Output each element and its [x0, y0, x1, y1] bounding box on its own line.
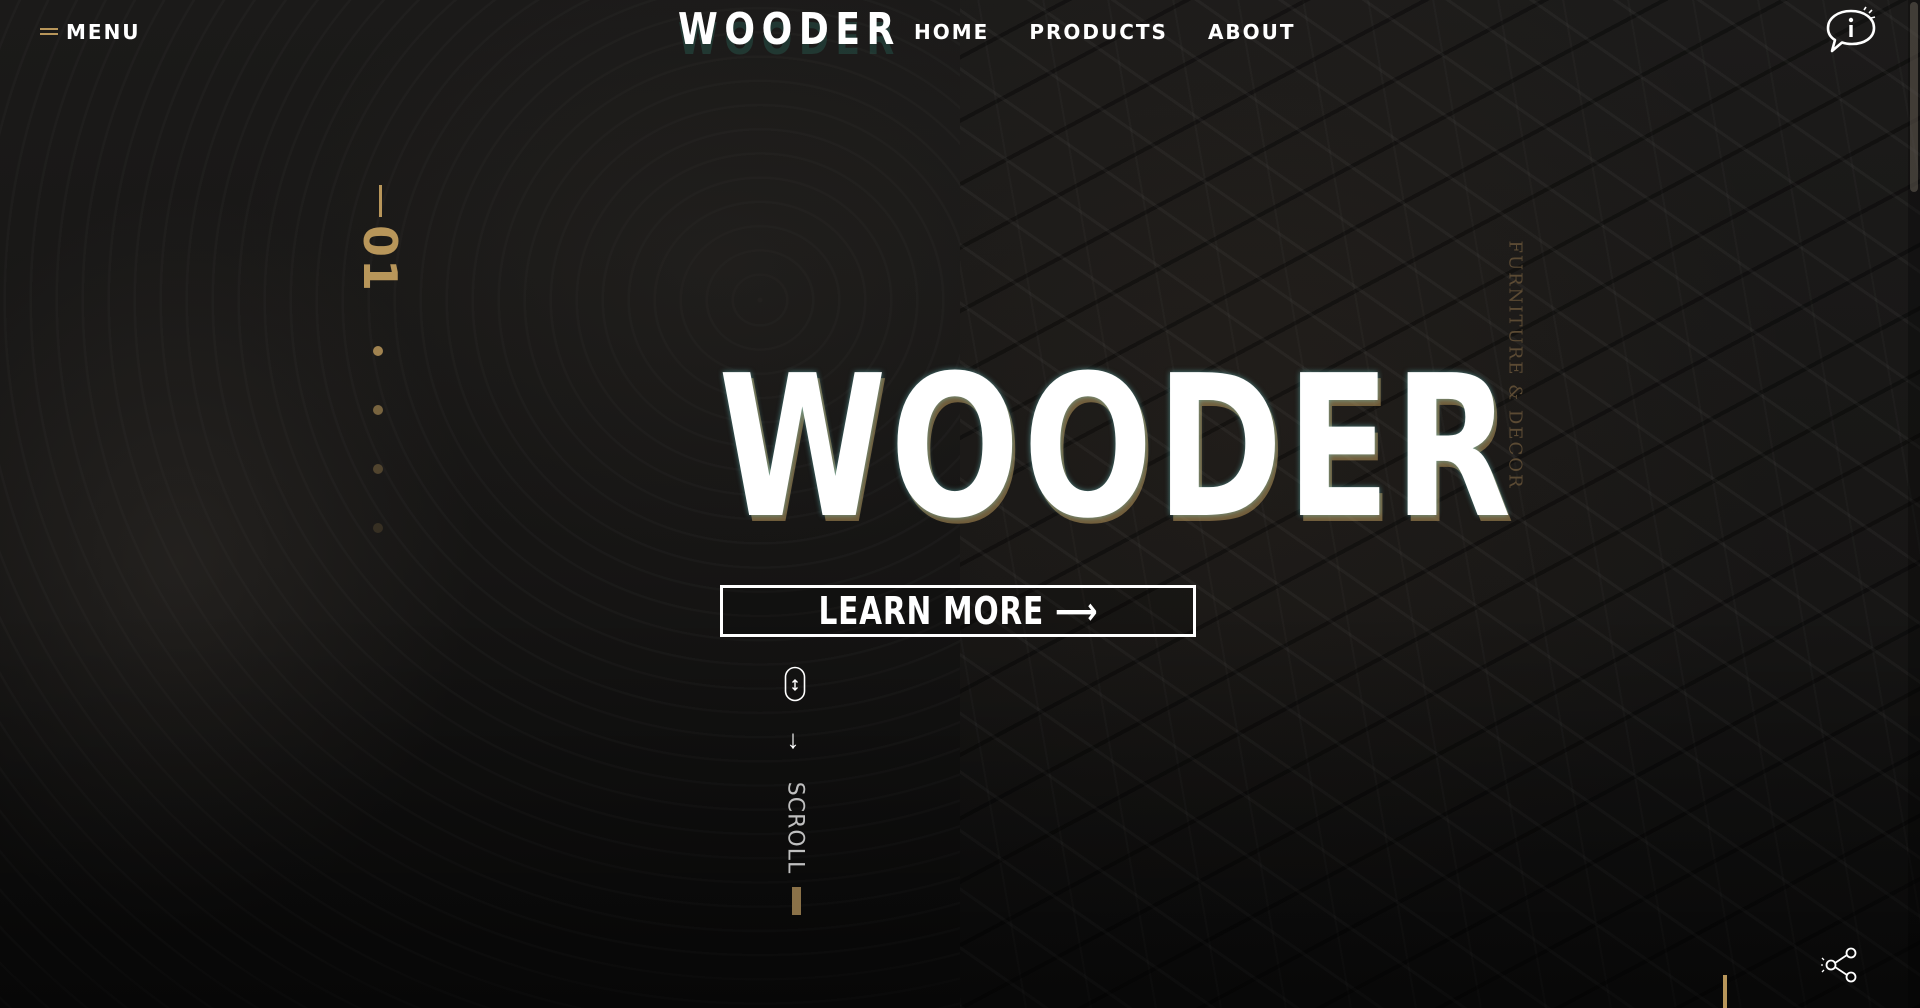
main-nav: HOME PRODUCTS ABOUT	[914, 20, 1296, 44]
nav-item-home[interactable]: HOME	[914, 20, 989, 44]
hero-title: WOODER	[718, 334, 1515, 562]
counter-line	[378, 185, 382, 217]
bottom-accent-line	[1723, 975, 1727, 1008]
hamburger-icon	[40, 27, 58, 37]
mouse-scroll-icon[interactable]	[784, 666, 806, 702]
slide-dot[interactable]	[373, 405, 383, 415]
scroll-down-arrow-icon: ↓	[786, 724, 800, 754]
slide-dot[interactable]	[373, 464, 383, 474]
learn-more-button[interactable]: LEARN MORE ⟶	[720, 585, 1196, 637]
page-scrollbar[interactable]	[1908, 0, 1920, 1008]
nav-item-about[interactable]: ABOUT	[1208, 20, 1296, 44]
scrollbar-thumb[interactable]	[1910, 2, 1918, 192]
slide-counter: 01	[353, 185, 407, 294]
scroll-progress-mark	[792, 887, 801, 915]
menu-label: MENU	[66, 20, 141, 44]
menu-button[interactable]: MENU	[40, 20, 141, 44]
share-icon	[1821, 947, 1857, 983]
slide-dot[interactable]	[373, 523, 383, 533]
share-button[interactable]	[1821, 946, 1859, 984]
scroll-label: SCROLL	[780, 782, 810, 874]
slide-number: 01	[353, 225, 407, 294]
speech-bubble-info-icon	[1826, 6, 1876, 53]
scroll-label-text: SCROLL	[782, 781, 808, 875]
site-logo[interactable]: WOODER	[678, 4, 901, 55]
slide-dot[interactable]	[373, 346, 383, 356]
learn-more-label: LEARN MORE ⟶	[818, 589, 1098, 633]
page: MENU WOODER HOME PRODUCTS ABOUT 01 FURNI…	[0, 0, 1920, 1008]
slide-dots	[373, 346, 383, 533]
chat-info-button[interactable]	[1824, 6, 1878, 56]
nav-item-products[interactable]: PRODUCTS	[1029, 20, 1168, 44]
